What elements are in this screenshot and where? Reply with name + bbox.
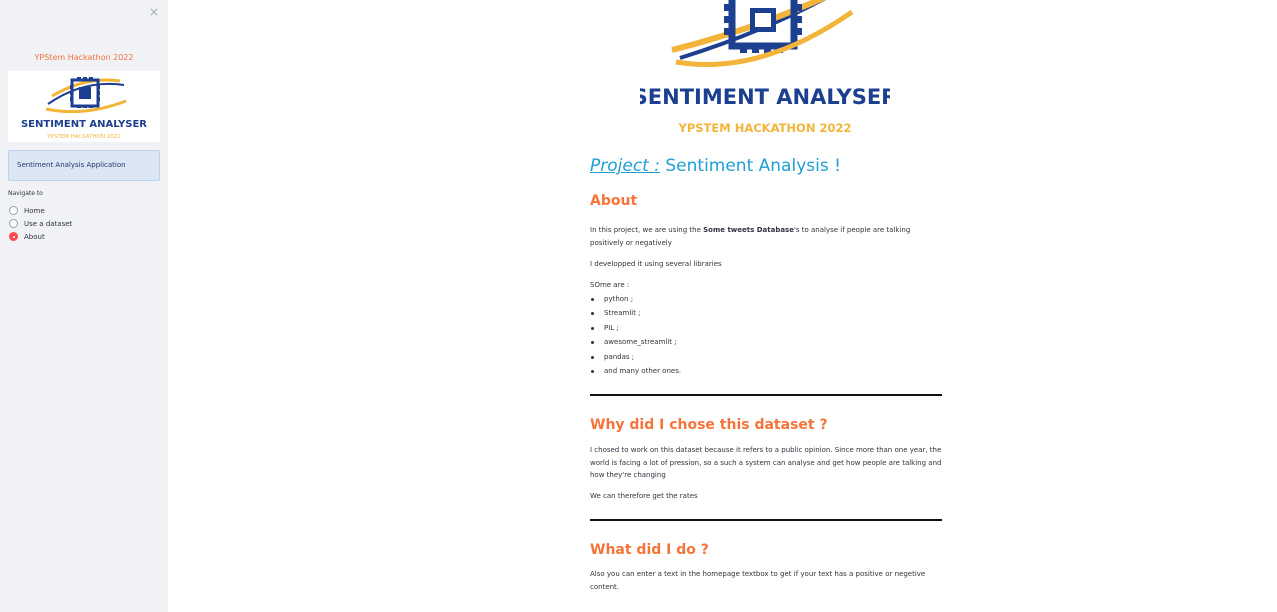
nav-radio-label: About bbox=[24, 232, 45, 241]
why-paragraph: I chosed to work on this dataset because… bbox=[590, 446, 942, 479]
sidebar: × YPStem Hackathon 2022 SENTIMENT ANALYS… bbox=[0, 0, 168, 612]
close-icon[interactable]: × bbox=[147, 5, 161, 19]
libraries-intro: I developped it using several libraries bbox=[590, 260, 722, 268]
sidebar-logo-name: SENTIMENT ANALYSER bbox=[21, 119, 147, 130]
list-item: python ; bbox=[590, 292, 681, 306]
project-label: Project : bbox=[590, 156, 660, 176]
sidebar-title: YPStem Hackathon 2022 bbox=[34, 53, 134, 62]
sidebar-logo-sub: YPSTEM HACKATHON 2022 bbox=[46, 134, 121, 140]
main-logo-name: SENTIMENT ANALYSER bbox=[640, 85, 890, 109]
libraries-list: python ; Streamlit ; PIL ; awesome_strea… bbox=[590, 292, 681, 378]
nav-radio-label: Use a dataset bbox=[24, 219, 73, 228]
main-logo: SENTIMENT ANALYSER YPSTEM HACKATHON 2022 bbox=[640, 0, 890, 142]
radio-unchecked-icon[interactable] bbox=[9, 206, 18, 215]
info-box: Sentiment Analysis Application bbox=[8, 150, 160, 181]
list-item: and many other ones. bbox=[590, 364, 681, 378]
project-title: Project : Sentiment Analysis ! bbox=[590, 156, 841, 176]
sentiment-analyser-banner-icon: SENTIMENT ANALYSER YPSTEM HACKATHON 2022 bbox=[640, 0, 890, 135]
radio-unchecked-icon[interactable] bbox=[9, 219, 18, 228]
navigate-label: Navigate to bbox=[8, 190, 43, 197]
nav-radio-home[interactable]: Home bbox=[9, 206, 45, 215]
what-heading: What did I do ? bbox=[590, 542, 709, 558]
libraries-label: SOme are : bbox=[590, 281, 630, 289]
divider bbox=[590, 519, 942, 521]
nav-radio-about[interactable]: About bbox=[9, 232, 45, 241]
nav-radio-label: Home bbox=[24, 206, 45, 215]
what-paragraph: Also you can enter a text in the homepag… bbox=[590, 570, 926, 591]
main-logo-sub: YPSTEM HACKATHON 2022 bbox=[678, 121, 852, 135]
nav-radio-use-dataset[interactable]: Use a dataset bbox=[9, 219, 72, 228]
sentiment-analyser-logo-icon: SENTIMENT ANALYSER YPSTEM HACKATHON 2022 bbox=[21, 77, 147, 140]
list-item: Streamlit ; bbox=[590, 306, 681, 320]
sidebar-logo: SENTIMENT ANALYSER YPSTEM HACKATHON 2022 bbox=[8, 71, 160, 142]
database-name: Some tweets Database bbox=[703, 226, 794, 234]
about-paragraph: In this project, we are using the Some t… bbox=[590, 226, 911, 247]
list-item: PIL ; bbox=[590, 321, 681, 335]
divider bbox=[590, 394, 942, 396]
project-name: Sentiment Analysis ! bbox=[659, 156, 841, 176]
why-heading: Why did I chose this dataset ? bbox=[590, 417, 828, 433]
list-item: pandas ; bbox=[590, 350, 681, 364]
about-heading: About bbox=[590, 193, 638, 209]
rates-paragraph: We can therefore get the rates bbox=[590, 492, 698, 500]
list-item: awesome_streamlit ; bbox=[590, 335, 681, 349]
radio-checked-icon[interactable] bbox=[9, 232, 18, 241]
